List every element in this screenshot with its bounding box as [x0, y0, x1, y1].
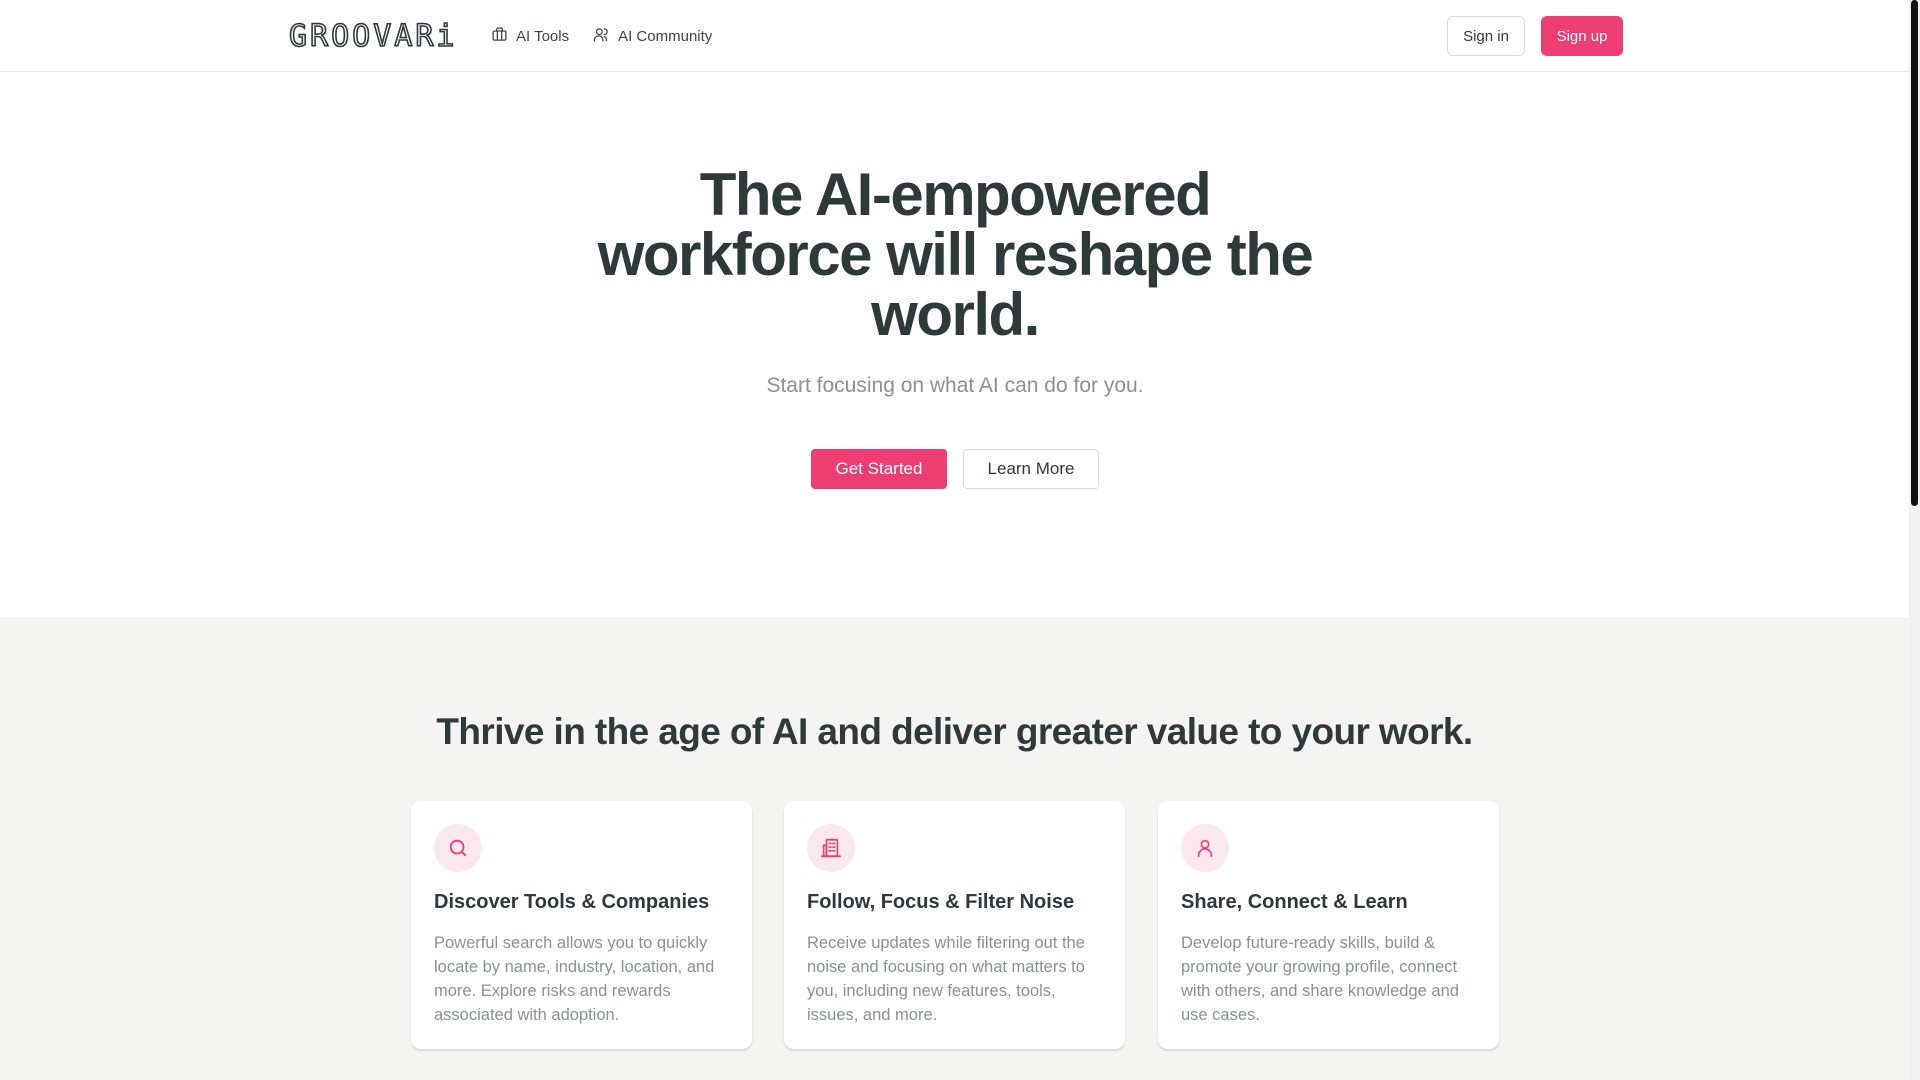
nav-item-ai-community[interactable]: AI Community	[593, 24, 712, 48]
card-description: Receive updates while filtering out the …	[807, 934, 1085, 1024]
feature-card-share: Share, Connect & Learn Develop future-re…	[1158, 801, 1499, 1049]
learn-more-button[interactable]: Learn More	[963, 449, 1099, 489]
user-icon	[1181, 824, 1229, 872]
groovari-logo[interactable]: GROOVARi	[288, 18, 458, 55]
main-nav: AI Tools AI Community	[491, 24, 712, 48]
briefcase-icon	[491, 26, 508, 47]
scrollbar-thumb[interactable]	[1911, 0, 1918, 506]
card-description: Develop future-ready skills, build & pro…	[1181, 934, 1459, 1024]
search-icon	[434, 824, 482, 872]
card-description: Powerful search allows you to quickly lo…	[434, 934, 715, 1024]
feature-card-follow: Follow, Focus & Filter Noise Receive upd…	[784, 801, 1125, 1049]
hero-subtitle: Start focusing on what AI can do for you…	[766, 374, 1144, 397]
card-title: Discover Tools & Companies	[434, 891, 710, 913]
sign-up-button[interactable]: Sign up	[1541, 16, 1623, 56]
logo-text: GROOVARi	[288, 18, 458, 55]
nav-item-ai-tools[interactable]: AI Tools	[491, 24, 569, 48]
hero-title: The AI-empowered workforce will reshape …	[597, 161, 1314, 348]
features-title: Thrive in the age of AI and deliver grea…	[436, 711, 1473, 752]
card-title: Share, Connect & Learn	[1181, 891, 1408, 913]
users-icon	[593, 26, 610, 47]
nav-item-label: AI Community	[618, 27, 713, 45]
card-title: Follow, Focus & Filter Noise	[807, 891, 1075, 913]
top-navigation-bar: GROOVARi AI Tools AI Community Sign in S…	[0, 0, 1909, 72]
nav-item-label: AI Tools	[516, 27, 570, 45]
get-started-button[interactable]: Get Started	[811, 449, 947, 489]
building-icon	[807, 824, 855, 872]
feature-card-discover: Discover Tools & Companies Powerful sear…	[411, 801, 752, 1049]
sign-in-button[interactable]: Sign in	[1447, 16, 1525, 56]
features-section: Thrive in the age of AI and deliver grea…	[0, 617, 1909, 1080]
